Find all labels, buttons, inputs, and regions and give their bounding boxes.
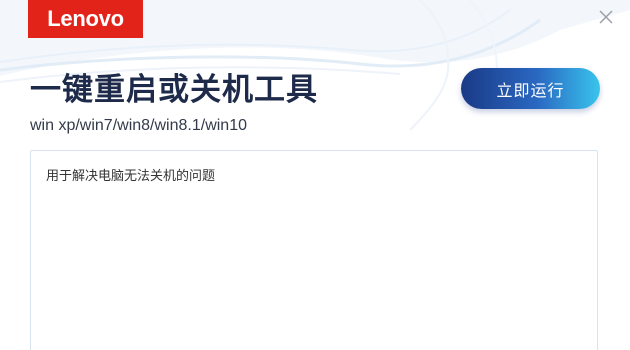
close-icon <box>599 10 613 24</box>
lenovo-logo: Lenovo <box>28 0 143 38</box>
supported-os-text: win xp/win7/win8/win8.1/win10 <box>30 117 247 134</box>
logo-text: Lenovo <box>47 6 124 31</box>
close-button[interactable] <box>594 5 618 29</box>
description-panel: 用于解决电脑无法关机的问题 <box>30 150 598 350</box>
run-now-button[interactable]: 立即运行 <box>461 68 600 109</box>
page-title: 一键重启或关机工具 <box>30 72 318 108</box>
description-text: 用于解决电脑无法关机的问题 <box>46 169 216 184</box>
tool-window: Lenovo 一键重启或关机工具 win xp/win7/win8/win8.1… <box>0 0 630 350</box>
